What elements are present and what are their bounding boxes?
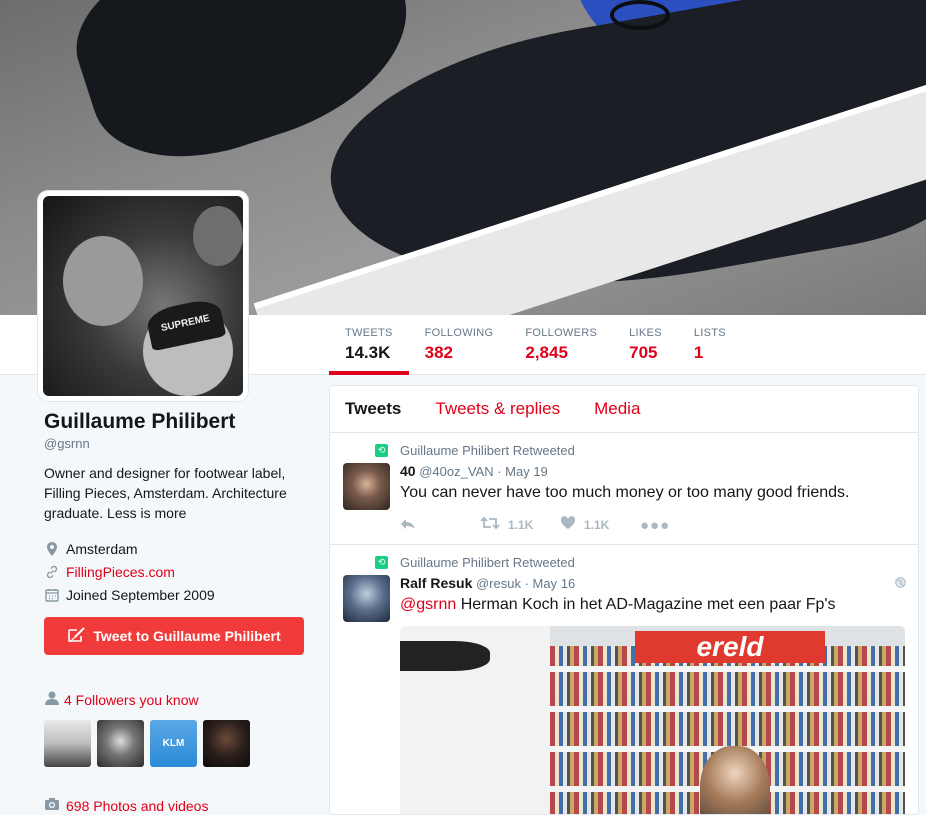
follower-avatar[interactable] bbox=[203, 720, 250, 767]
tab-media[interactable]: Media bbox=[594, 399, 640, 419]
profile-avatar[interactable]: SUPREME bbox=[38, 191, 248, 401]
photos-videos-link[interactable]: 698 Photos and videos bbox=[44, 797, 314, 814]
klm-logo-text: KLM bbox=[162, 738, 185, 749]
followers-you-know[interactable]: 4 Followers you know bbox=[44, 691, 314, 708]
person-icon bbox=[44, 691, 60, 708]
image-headline: ereld bbox=[635, 631, 825, 663]
tweet-header: 40 @40oz_VAN · May 19 bbox=[400, 463, 903, 479]
stat-label: FOLLOWERS bbox=[525, 327, 598, 339]
tweet-text: @gsrnn Herman Koch in het AD-Magazine me… bbox=[400, 594, 903, 616]
website-link[interactable]: FillingPieces.com bbox=[66, 564, 175, 580]
tweet-author-handle[interactable]: @40oz_VAN bbox=[419, 464, 493, 479]
retweet-count: 1.1K bbox=[508, 518, 534, 532]
tweet-mention[interactable]: @gsrnn bbox=[400, 596, 456, 613]
tweet-media-image[interactable]: ereld bbox=[400, 626, 905, 814]
tweet-text-body: Herman Koch in het AD-Magazine met een p… bbox=[456, 596, 836, 613]
followers-thumbnails: KLM bbox=[44, 720, 314, 767]
tweet-to-button[interactable]: Tweet to Guillaume Philibert bbox=[44, 617, 304, 655]
profile-meta: Amsterdam FillingPieces.com Joined Septe… bbox=[44, 537, 314, 606]
reply-button[interactable] bbox=[400, 517, 480, 534]
retweet-context-text[interactable]: Guillaume Philibert Retweeted bbox=[400, 443, 575, 458]
tab-tweets-replies[interactable]: Tweets & replies bbox=[435, 399, 560, 419]
tweet-text: You can never have too much money or too… bbox=[400, 484, 850, 501]
like-button[interactable]: 1.1K bbox=[560, 516, 640, 534]
follower-avatar[interactable]: KLM bbox=[150, 720, 197, 767]
avatar-figure bbox=[63, 236, 143, 326]
compose-icon bbox=[67, 626, 87, 646]
banner-lace-shape bbox=[610, 0, 670, 30]
stat-value: 382 bbox=[424, 343, 454, 362]
stat-label: FOLLOWING bbox=[424, 327, 494, 339]
timeline-tabs: Tweets Tweets & replies Media bbox=[330, 386, 918, 433]
tweet-actions: 1.1K 1.1K ●●● bbox=[400, 516, 903, 534]
more-dots-icon: ●●● bbox=[640, 516, 671, 534]
tweet-to-label: Tweet to Guillaume Philibert bbox=[93, 628, 281, 644]
tweet-author-name[interactable]: 40 bbox=[400, 463, 416, 479]
joined-text: Joined September 2009 bbox=[66, 586, 215, 603]
tweet-header: Ralf Resuk @resuk · May 16 bbox=[400, 575, 903, 591]
globe-icon bbox=[895, 577, 906, 591]
stat-likes[interactable]: LIKES 705 bbox=[613, 315, 678, 375]
location-text: Amsterdam bbox=[66, 540, 138, 557]
more-button[interactable]: ●●● bbox=[640, 517, 678, 534]
stat-followers[interactable]: FOLLOWERS 2,845 bbox=[509, 315, 613, 375]
avatar-image: SUPREME bbox=[43, 196, 243, 396]
like-count: 1.1K bbox=[584, 518, 610, 532]
tweet-date[interactable]: · May 16 bbox=[525, 576, 576, 591]
image-sunglasses bbox=[400, 641, 490, 671]
tab-tweets[interactable]: Tweets bbox=[345, 399, 401, 419]
tweet-avatar[interactable] bbox=[343, 575, 390, 622]
followers-you-know-label: 4 Followers you know bbox=[64, 691, 199, 708]
avatar-figure bbox=[193, 206, 243, 266]
tweet-author-handle[interactable]: @resuk bbox=[476, 576, 521, 591]
retweet-button[interactable]: 1.1K bbox=[480, 516, 560, 534]
profile-sidebar: Guillaume Philibert @gsrnn Owner and des… bbox=[44, 410, 314, 814]
calendar-icon bbox=[44, 587, 60, 603]
photos-videos-label: 698 Photos and videos bbox=[66, 797, 209, 814]
camera-icon bbox=[44, 797, 60, 814]
stat-following[interactable]: FOLLOWING 382 bbox=[409, 315, 510, 375]
retweet-context: ⟲ Guillaume Philibert Retweeted bbox=[375, 555, 903, 570]
tweet-author-name[interactable]: Ralf Resuk bbox=[400, 575, 472, 591]
profile-handle[interactable]: @gsrnn bbox=[44, 436, 314, 451]
timeline: Tweets Tweets & replies Media ⟲ Guillaum… bbox=[329, 385, 919, 815]
tweet[interactable]: ⟲ Guillaume Philibert Retweeted 40 @40oz… bbox=[330, 433, 918, 545]
retweet-context: ⟲ Guillaume Philibert Retweeted bbox=[375, 443, 903, 458]
stat-label: LIKES bbox=[629, 327, 662, 339]
stat-value: 1 bbox=[693, 343, 704, 362]
link-icon bbox=[44, 564, 60, 580]
profile-stats: TWEETS 14.3K FOLLOWING 382 FOLLOWERS 2,8… bbox=[329, 315, 742, 375]
stat-value: 2,845 bbox=[525, 343, 568, 362]
follower-avatar[interactable] bbox=[97, 720, 144, 767]
profile-bio: Owner and designer for footwear label, F… bbox=[44, 465, 287, 521]
joined-row: Joined September 2009 bbox=[44, 583, 314, 606]
location-row: Amsterdam bbox=[44, 537, 314, 560]
retweet-context-text[interactable]: Guillaume Philibert Retweeted bbox=[400, 555, 575, 570]
tweet[interactable]: ⟲ Guillaume Philibert Retweeted Ralf Res… bbox=[330, 545, 918, 814]
website-row: FillingPieces.com bbox=[44, 560, 314, 583]
reply-icon bbox=[400, 517, 416, 534]
stat-value: 705 bbox=[629, 343, 658, 362]
retweet-icon: ⟲ bbox=[375, 556, 388, 569]
follower-avatar[interactable] bbox=[44, 720, 91, 767]
retweet-icon: ⟲ bbox=[375, 444, 388, 457]
tweet-avatar[interactable] bbox=[343, 463, 390, 510]
stat-lists[interactable]: LISTS 1 bbox=[678, 315, 742, 375]
heart-icon bbox=[560, 516, 576, 534]
profile-name[interactable]: Guillaume Philibert bbox=[44, 410, 314, 434]
location-pin-icon bbox=[44, 541, 60, 557]
stat-value: 14.3K bbox=[345, 343, 391, 362]
stat-label: TWEETS bbox=[345, 327, 393, 339]
retweet-action-icon bbox=[480, 516, 500, 534]
tweet-date[interactable]: · May 19 bbox=[497, 464, 548, 479]
stat-label: LISTS bbox=[693, 327, 726, 339]
stat-tweets[interactable]: TWEETS 14.3K bbox=[329, 315, 409, 375]
